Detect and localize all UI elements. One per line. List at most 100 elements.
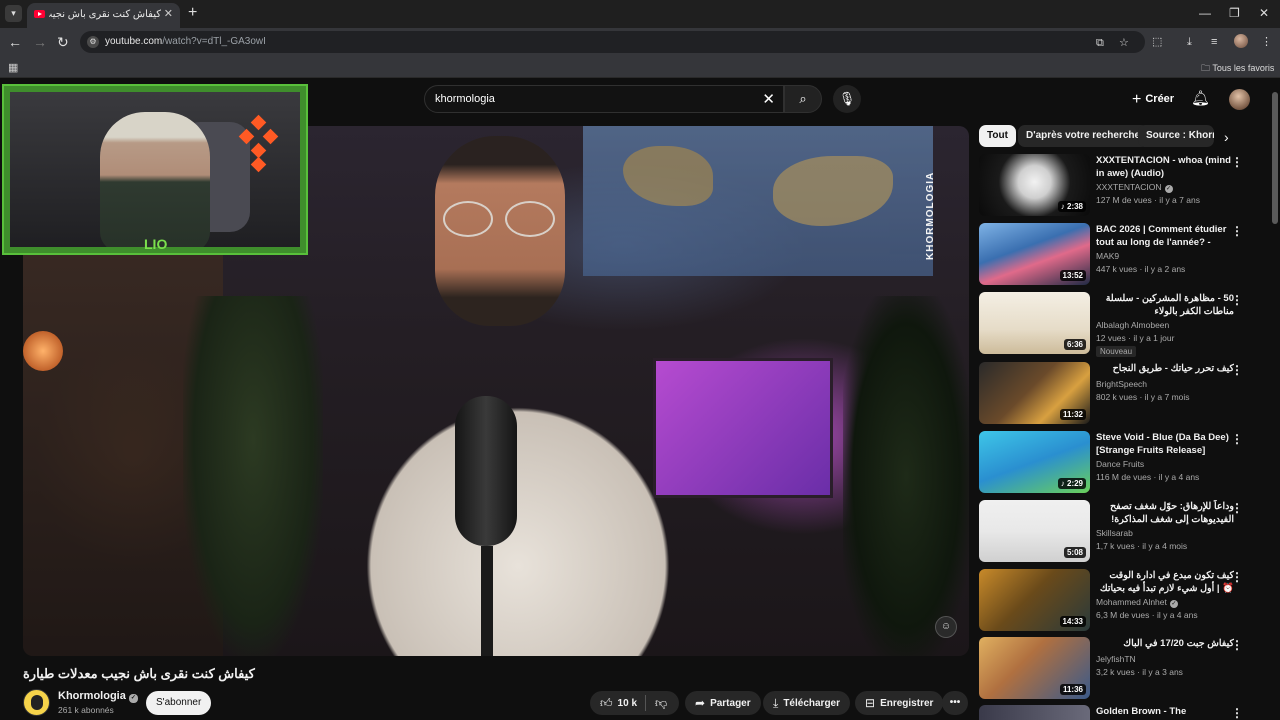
recommendation-item[interactable]: ♪ 2:38 XXXTENTACION - whoa (mind in awe)… [979, 154, 1249, 218]
channel-name[interactable]: MAK9 [1096, 251, 1119, 261]
duration-badge: 11:36 [1059, 684, 1086, 695]
dislike-button[interactable]: 👎︎ [646, 691, 679, 715]
more-options-icon[interactable]: ⋮ [1231, 706, 1243, 720]
subscriber-count: 261 k abonnés [58, 705, 114, 715]
video-title[interactable]: كيف تحرر حياتك - طريق النجاح [1096, 362, 1234, 375]
more-options-icon[interactable]: ⋮ [1231, 155, 1243, 169]
video-title[interactable]: كيف تكون مبدع في ادارة الوقت ⏰ | أول شيء… [1096, 569, 1234, 595]
channel-name[interactable]: Mohammed Alnhet ✓ [1096, 597, 1178, 608]
channel-name[interactable]: Skillsarab [1096, 528, 1133, 538]
recommendation-item[interactable]: Golden Brown - The Stranglers ⋮ [979, 705, 1249, 720]
browser-tab-bar: ▾ كيفاش كنت نقرى باش نجيب معدلات طيارة ✕… [0, 0, 1280, 28]
video-thumbnail[interactable]: ♪ 2:29 [979, 431, 1090, 493]
recommendation-item[interactable]: ♪ 2:29 Steve Void - Blue (Da Ba Dee) [St… [979, 431, 1249, 495]
channel-name-main[interactable]: Khormologia ✓ [58, 690, 138, 703]
all-bookmarks-button[interactable]: 🗀 Tous les favoris [1201, 61, 1274, 77]
account-avatar[interactable] [1229, 89, 1250, 110]
reload-icon[interactable]: ↻ [57, 34, 69, 50]
download-icon[interactable]: ⤓ [1187, 35, 1192, 49]
channel-name[interactable]: JelyfishTN [1096, 654, 1136, 664]
apps-grid-icon[interactable]: ▦ [8, 61, 18, 74]
minimize-icon[interactable]: — [1199, 6, 1211, 20]
video-meta: 12 vues · il y a 1 jour [1096, 333, 1175, 343]
more-options-icon[interactable]: ⋮ [1231, 432, 1243, 446]
more-options-icon[interactable]: ⋮ [1231, 570, 1243, 584]
subscribe-button[interactable]: S'abonner [146, 691, 212, 715]
recommendation-item[interactable]: 14:33 كيف تكون مبدع في ادارة الوقت ⏰ | أ… [979, 569, 1249, 633]
recommendation-item[interactable]: 5:08 وداعاً للإرهاق: حوّل شغف تصفح الفيد… [979, 500, 1249, 564]
download-button[interactable]: ⤓ Télécharger [763, 691, 851, 715]
address-bar[interactable]: ⚙ youtube.com/watch?v=dTl_-GA3owI ⧉ ☆ [80, 31, 1145, 53]
browser-profile-avatar[interactable] [1234, 34, 1248, 48]
save-button[interactable]: ⊟ Enregistrer [855, 691, 944, 715]
video-thumbnail[interactable]: 6:36 [979, 292, 1090, 354]
more-options-icon[interactable]: ⋮ [1231, 638, 1243, 652]
more-options-icon[interactable]: ⋮ [1231, 293, 1243, 307]
chevron-right-icon[interactable]: › [1224, 129, 1229, 145]
recommendation-item[interactable]: 11:32 كيف تحرر حياتك - طريق النجاح Brigh… [979, 362, 1249, 426]
channel-avatar[interactable] [23, 689, 50, 716]
browser-menu-icon[interactable]: ⋮ [1261, 35, 1272, 49]
channel-branding-icon[interactable]: ☺ [935, 616, 957, 638]
thumbs-down-icon: 👎︎ [655, 696, 668, 710]
tab-search-chevron-icon[interactable]: ▾ [5, 5, 22, 22]
channel-name[interactable]: Dance Fruits [1096, 459, 1144, 469]
chip-source[interactable]: Source : Khorm [1138, 125, 1214, 147]
more-options-icon[interactable]: ⋮ [1231, 224, 1243, 238]
video-thumbnail[interactable]: ♪ 2:38 [979, 154, 1090, 216]
video-thumbnail[interactable] [979, 705, 1090, 720]
like-button[interactable]: 👍︎ 10 k [590, 691, 646, 715]
more-options-icon[interactable]: ⋮ [1231, 363, 1243, 377]
install-app-icon[interactable]: ⧉ [1096, 36, 1104, 50]
channel-name[interactable]: XXXTENTACION ✓ [1096, 182, 1173, 193]
verified-icon: ✓ [1169, 600, 1178, 608]
extensions-icon[interactable]: ⬚ [1152, 35, 1162, 49]
create-button[interactable]: + Créer [1122, 87, 1184, 111]
back-arrow-icon[interactable]: ← [8, 34, 22, 50]
notifications-bell-icon[interactable]: 🔔︎ [1191, 89, 1210, 107]
video-title[interactable]: BAC 2026 | Comment étudier tout au long … [1096, 223, 1234, 249]
video-title[interactable]: كيفاش جبت 17/20 في الباك [1096, 637, 1234, 650]
share-button[interactable]: ➦ Partager [685, 691, 761, 715]
more-options-icon[interactable]: ⋮ [1231, 501, 1243, 515]
site-info-icon[interactable]: ⚙ [87, 36, 99, 48]
channel-name[interactable]: BrightSpeech [1096, 379, 1147, 389]
search-input[interactable]: khormologia ✕ [424, 85, 784, 113]
share-arrow-icon: ➦ [695, 696, 706, 710]
download-icon: ⤓ [773, 696, 779, 710]
video-title[interactable]: وداعاً للإرهاق: حوّل شغف تصفح الفيديوهات… [1096, 500, 1234, 526]
forward-arrow-icon[interactable]: → [33, 34, 47, 50]
video-thumbnail[interactable]: 11:32 [979, 362, 1090, 424]
channel-name[interactable]: Albalagh Almobeen [1096, 320, 1169, 330]
close-window-icon[interactable]: ✕ [1259, 6, 1269, 20]
video-title[interactable]: Golden Brown - The Stranglers [1096, 705, 1234, 720]
chip-related[interactable]: D'après votre recherche [1018, 125, 1149, 147]
video-thumbnail[interactable]: 11:36 [979, 637, 1090, 699]
chip-all[interactable]: Tout [979, 125, 1016, 147]
recommendation-item[interactable]: 11:36 كيفاش جبت 17/20 في الباك JelyfishT… [979, 637, 1249, 701]
bookmark-star-icon[interactable]: ☆ [1119, 36, 1129, 50]
recommendation-item[interactable]: 6:36 50 - مظاهرة المشركين - سلسلة مناطات… [979, 292, 1249, 357]
duration-badge: 14:33 [1059, 616, 1086, 627]
video-title[interactable]: Steve Void - Blue (Da Ba Dee) [Strange F… [1096, 431, 1234, 457]
video-title[interactable]: 50 - مظاهرة المشركين - سلسلة مناطات الكف… [1096, 292, 1234, 318]
url-text[interactable]: youtube.com/watch?v=dTl_-GA3owI [105, 36, 266, 47]
voice-search-button[interactable]: 🎙 [833, 85, 861, 113]
new-tab-icon[interactable]: + [188, 5, 197, 21]
browser-tab[interactable]: كيفاش كنت نقرى باش نجيب معدلات طيارة ✕ [27, 3, 180, 28]
duration-badge: 11:32 [1059, 409, 1086, 420]
recommendation-item[interactable]: 13:52 BAC 2026 | Comment étudier tout au… [979, 223, 1249, 287]
video-thumbnail[interactable]: 5:08 [979, 500, 1090, 562]
duration-badge: 6:36 [1063, 339, 1086, 350]
video-thumbnail[interactable]: 14:33 [979, 569, 1090, 631]
clear-search-icon[interactable]: ✕ [762, 90, 775, 108]
video-title[interactable]: XXXTENTACION - whoa (mind in awe) (Audio… [1096, 154, 1234, 180]
search-query[interactable]: khormologia [435, 93, 495, 105]
reading-list-icon[interactable]: ≡ [1211, 35, 1217, 49]
tab-close-icon[interactable]: ✕ [164, 7, 173, 20]
maximize-icon[interactable]: ❐ [1229, 6, 1240, 20]
video-thumbnail[interactable]: 13:52 [979, 223, 1090, 285]
more-actions-button[interactable]: ••• [942, 691, 968, 715]
search-button[interactable]: ⌕ [784, 85, 822, 113]
scrollbar-thumb[interactable] [1272, 92, 1278, 224]
